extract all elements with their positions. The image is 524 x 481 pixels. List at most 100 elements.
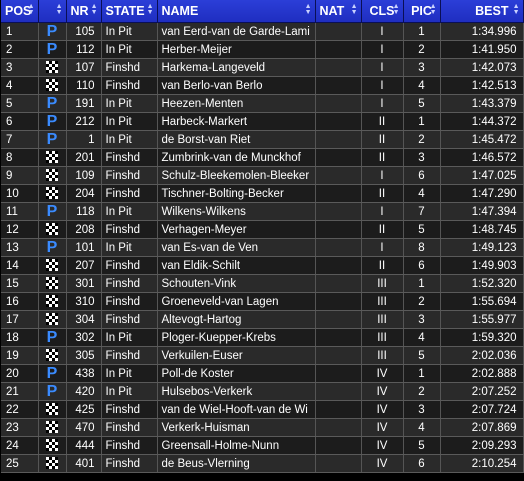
position-cell: 20 [1,364,39,383]
position-cell: 8 [1,148,39,167]
column-header-nat[interactable]: NAT ▲ ▼ [315,0,362,23]
car-number-cell: 110 [66,76,102,95]
checkered-flag-icon [46,151,58,164]
table-row[interactable]: 16 310 Finshd Groeneveld-van Lagen III 2 1:55.… [1,292,524,311]
driver-name-cell: Verhagen-Meyer [157,220,316,239]
column-header-pos[interactable]: POS ▲ ▼ [1,0,39,23]
table-row[interactable]: 10 204 Finshd Tischner-Bolting-Becker II 4 1:4… [1,184,524,203]
class-cell: IV [361,418,404,437]
column-header-pic[interactable]: PIC ▲ ▼ [403,0,441,23]
table-row[interactable]: 15 301 Finshd Schouten-Vink III 1 1:52.320 [1,274,524,293]
car-number-cell: 401 [66,454,102,473]
table-row[interactable]: 14 207 Finshd van Eldik-Schilt II 6 1:49.903 [1,256,524,275]
state-cell: Finshd [101,400,158,419]
sort-arrows-icon: ▲ ▼ [512,3,520,16]
state-icon-cell: P [38,22,67,41]
state-icon-cell [38,76,67,95]
best-lap-cell: 1:41.950 [440,40,524,59]
table-row[interactable]: 5 P 191 In Pit Heezen-Menten I 5 1:43.379 [1,94,524,113]
class-cell: I [361,166,404,185]
position-cell: 24 [1,436,39,455]
state-cell: In Pit [101,238,158,257]
driver-name-cell: Poll-de Koster [157,364,316,383]
column-header-cls[interactable]: CLS ▲ ▼ [361,0,404,23]
state-cell: Finshd [101,256,158,275]
table-row[interactable]: 18 P 302 In Pit Ploger-Kuepper-Krebs III 4 1:59… [1,328,524,347]
table-row[interactable]: 6 P 212 In Pit Harbeck-Markert II 1 1:44.372 [1,112,524,131]
car-number-cell: 204 [66,184,102,203]
table-row[interactable]: 4 110 Finshd van Berlo-van Berlo I 4 1:42.513 [1,76,524,95]
position-in-class-cell: 6 [403,256,441,275]
table-row[interactable]: 3 107 Finshd Harkema-Langeveld I 3 1:42.073 [1,58,524,77]
position-in-class-cell: 3 [403,310,441,329]
column-header-name[interactable]: NAME ▲ ▼ [157,0,316,23]
state-icon-cell [38,310,67,329]
pit-icon: P [46,328,58,346]
state-cell: Finshd [101,58,158,77]
sort-arrows-icon: ▲ ▼ [55,3,63,16]
column-header-state-icon[interactable]: ▲ ▼ [38,0,67,23]
table-row[interactable]: 24 444 Finshd Greensall-Holme-Nunn IV 5 2:09.2… [1,436,524,455]
checkered-flag-icon [46,403,58,416]
position-in-class-cell: 5 [403,346,441,365]
table-row[interactable]: 20 P 438 In Pit Poll-de Koster IV 1 2:02.888 [1,364,524,383]
driver-name-cell: Heezen-Menten [157,94,316,113]
car-number-cell: 101 [66,238,102,257]
nationality-cell [315,220,362,239]
state-icon-cell: P [38,94,67,113]
pit-icon: P [46,202,58,220]
best-lap-cell: 2:09.293 [440,436,524,455]
column-header-state[interactable]: STATE ▲ ▼ [101,0,158,23]
sort-arrows-icon: ▲ ▼ [146,3,154,16]
position-in-class-cell: 8 [403,238,441,257]
position-cell: 18 [1,328,39,347]
checkered-flag-icon [46,79,58,92]
position-in-class-cell: 3 [403,400,441,419]
nationality-cell [315,310,362,329]
checkered-flag-icon [46,313,58,326]
table-row[interactable]: 21 P 420 In Pit Hulsebos-Verkerk IV 2 2:07.252 [1,382,524,401]
column-header-nr[interactable]: NR ▲ ▼ [66,0,102,23]
table-row[interactable]: 12 208 Finshd Verhagen-Meyer II 5 1:48.745 [1,220,524,239]
table-row[interactable]: 23 470 Finshd Verkerk-Huisman IV 4 2:07.869 [1,418,524,437]
nationality-cell [315,274,362,293]
table-row[interactable]: 25 401 Finshd de Beus-Vlerning IV 6 2:10.254 [1,454,524,473]
car-number-cell: 444 [66,436,102,455]
table-row[interactable]: 11 P 118 In Pit Wilkens-Wilkens I 7 1:47.394 [1,202,524,221]
best-lap-cell: 1:47.394 [440,202,524,221]
best-lap-cell: 2:02.036 [440,346,524,365]
driver-name-cell: Altevogt-Hartog [157,310,316,329]
state-cell: In Pit [101,202,158,221]
best-lap-cell: 1:48.745 [440,220,524,239]
table-row[interactable]: 17 304 Finshd Altevogt-Hartog III 3 1:55.977 [1,310,524,329]
column-header-best[interactable]: BEST ▲ ▼ [440,0,524,23]
car-number-cell: 302 [66,328,102,347]
best-lap-cell: 1:42.513 [440,76,524,95]
state-cell: Finshd [101,436,158,455]
state-cell: In Pit [101,112,158,131]
nationality-cell [315,292,362,311]
best-lap-cell: 1:49.123 [440,238,524,257]
nationality-cell [315,22,362,41]
nationality-cell [315,58,362,77]
class-cell: I [361,202,404,221]
position-in-class-cell: 2 [403,40,441,59]
table-row[interactable]: 13 P 101 In Pit van Es-van de Ven I 8 1:49.123 [1,238,524,257]
table-row[interactable]: 8 201 Finshd Zumbrink-van de Munckhof II 3 1:4… [1,148,524,167]
state-icon-cell: P [38,382,67,401]
car-number-cell: 201 [66,148,102,167]
car-number-cell: 438 [66,364,102,383]
best-lap-cell: 1:49.903 [440,256,524,275]
state-icon-cell [38,184,67,203]
driver-name-cell: Verkerk-Huisman [157,418,316,437]
table-row[interactable]: 2 P 112 In Pit Herber-Meijer I 2 1:41.950 [1,40,524,59]
checkered-flag-icon [46,457,58,470]
table-row[interactable]: 1 P 105 In Pit van Eerd-van de Garde-Lami I 1 1… [1,22,524,41]
position-cell: 7 [1,130,39,149]
table-row[interactable]: 9 109 Finshd Schulz-Bleekemolen-Bleeker I 6 1:… [1,166,524,185]
car-number-cell: 118 [66,202,102,221]
table-row[interactable]: 7 P 1 In Pit de Borst-van Riet II 2 1:45.472 [1,130,524,149]
position-cell: 25 [1,454,39,473]
table-row[interactable]: 19 305 Finshd Verkuilen-Euser III 5 2:02.036 [1,346,524,365]
table-row[interactable]: 22 425 Finshd van de Wiel-Hooft-van de Wi IV… [1,400,524,419]
